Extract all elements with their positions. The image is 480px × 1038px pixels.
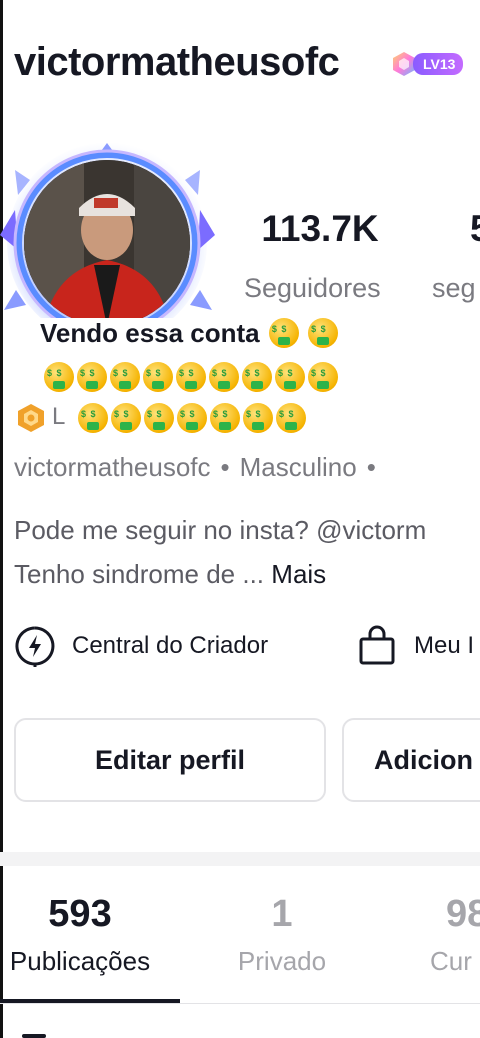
tab-label: Publicações (9, 946, 151, 976)
money-mouth-emoji (44, 362, 74, 392)
profile-bio[interactable]: Pode me seguir no insta? @victorm Tenho … (14, 508, 426, 596)
avatar[interactable] (0, 140, 220, 335)
following-label[interactable]: seg (432, 273, 476, 304)
tab-publications[interactable]: 593 Publicações (0, 893, 160, 977)
meta-separator: • (366, 452, 376, 482)
money-mouth-emoji (143, 362, 173, 392)
creator-center-label: Central do Criador (72, 632, 269, 659)
tabs-border (0, 1003, 480, 1004)
profile-nickname: Vendo essa conta (36, 318, 343, 349)
money-mouth-emoji (308, 318, 339, 348)
add-friends-button[interactable]: Adicion (342, 718, 480, 802)
lightning-bolt-icon (15, 626, 55, 667)
money-mouth-emoji (242, 362, 272, 392)
bio-line-1: Pode me seguir no insta? @victorm (14, 515, 427, 545)
money-mouth-emoji (275, 362, 305, 392)
following-count: 5 (470, 208, 480, 250)
money-mouth-emoji (210, 403, 240, 433)
followers-count: 113.7K (261, 208, 379, 249)
money-mouth-emoji (177, 403, 207, 433)
followers-stat[interactable]: 113.7K (250, 208, 390, 250)
tab-count: 98 (446, 893, 480, 935)
badge-letter: L (52, 403, 66, 430)
money-mouth-emoji (276, 403, 306, 433)
profile-username: victormatheusofc (14, 40, 340, 84)
shop-button[interactable]: Meu I (356, 625, 474, 667)
emoji-row-3 (78, 403, 306, 433)
level-badge[interactable]: LV13 (391, 50, 464, 78)
money-mouth-emoji (308, 362, 338, 392)
grid-icon (22, 1034, 46, 1038)
nickname-text: Vendo essa conta (40, 318, 260, 348)
followers-label: Seguidores (244, 273, 381, 303)
money-mouth-emoji (243, 403, 273, 433)
shopping-bag-icon (359, 625, 395, 665)
tab-count: 1 (271, 893, 293, 935)
bio-line-2: Tenho sindrome de ... Mais (14, 559, 327, 589)
money-mouth-emoji (77, 362, 107, 392)
level-label: LV13 (413, 53, 464, 75)
tab-private[interactable]: 1 Privado (222, 893, 342, 977)
profile-gender: Masculino (239, 452, 357, 482)
profile-handle[interactable]: victormatheusofc (14, 452, 211, 482)
money-mouth-emoji (78, 403, 108, 433)
money-mouth-emoji (209, 362, 239, 392)
tab-label: Privado (237, 946, 327, 976)
profile-meta: victormatheusofc • Masculino • (14, 452, 386, 483)
money-mouth-emoji (111, 403, 141, 433)
meta-separator: • (220, 452, 230, 482)
money-mouth-emoji (110, 362, 140, 392)
bio-more-link[interactable]: Mais (271, 559, 326, 589)
tab-count: 593 (48, 893, 112, 935)
money-mouth-emoji (144, 403, 174, 433)
edit-profile-button[interactable]: Editar perfil (14, 718, 326, 802)
avatar-photo (24, 160, 190, 326)
money-mouth-emoji (176, 362, 206, 392)
money-mouth-emoji (268, 318, 299, 348)
creator-center-button[interactable]: Central do Criador (14, 625, 268, 667)
shop-label: Meu I (414, 632, 475, 659)
tab-label: Cur (430, 946, 472, 976)
tab-liked[interactable]: 98 Cur (430, 893, 480, 977)
section-divider (0, 852, 480, 866)
badge-icon (18, 404, 44, 432)
emoji-row-2 (44, 362, 338, 392)
